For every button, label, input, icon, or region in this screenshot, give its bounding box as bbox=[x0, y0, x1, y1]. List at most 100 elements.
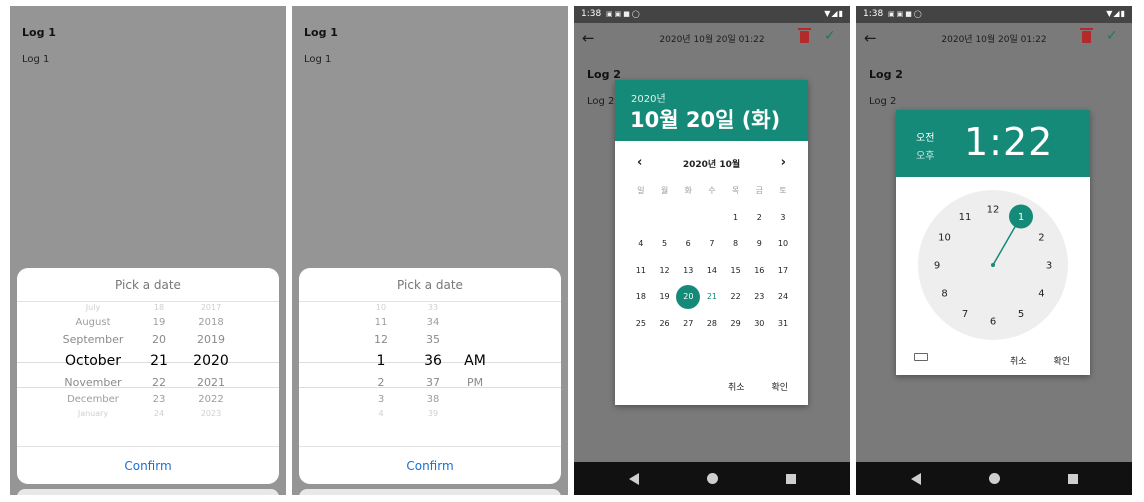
nav-home-icon[interactable] bbox=[989, 473, 1000, 484]
confirm-button[interactable]: Confirm bbox=[299, 446, 561, 484]
ok-button[interactable]: 확인 bbox=[771, 383, 788, 393]
clock-face[interactable]: 121234567891011 bbox=[918, 190, 1068, 340]
check-icon[interactable]: ✓ bbox=[1106, 28, 1118, 44]
calendar-day[interactable]: 27 bbox=[676, 311, 700, 338]
wheel-item[interactable]: 2023 bbox=[187, 408, 235, 420]
next-month-icon[interactable]: › bbox=[781, 155, 786, 170]
calendar-day[interactable]: 30 bbox=[747, 311, 771, 338]
wheel-item-selected[interactable]: 21 bbox=[139, 348, 179, 374]
pm-toggle[interactable]: 오후 bbox=[916, 147, 934, 162]
calendar-day[interactable]: 9 bbox=[747, 231, 771, 258]
wheel-item[interactable]: 34 bbox=[413, 314, 453, 331]
wheel-item[interactable]: 2018 bbox=[187, 314, 235, 331]
wheel-item[interactable]: 37 bbox=[413, 374, 453, 391]
nav-back-icon[interactable] bbox=[911, 473, 921, 485]
wheel-item[interactable]: July bbox=[53, 302, 133, 314]
wheel-item[interactable]: 4 bbox=[361, 408, 401, 420]
calendar-day[interactable]: 3 bbox=[771, 205, 795, 232]
calendar-day[interactable]: 26 bbox=[653, 311, 677, 338]
date-wheel-picker[interactable]: July August September October November D… bbox=[17, 302, 279, 446]
clock-hour[interactable]: 10 bbox=[938, 233, 951, 244]
nav-back-icon[interactable] bbox=[629, 473, 639, 485]
clock-hour[interactable]: 8 bbox=[941, 289, 947, 300]
wheel-item[interactable]: November bbox=[53, 374, 133, 391]
wheel-item[interactable]: 10 bbox=[361, 302, 401, 314]
calendar-day[interactable]: 12 bbox=[653, 258, 677, 285]
wheel-item[interactable]: 2017 bbox=[187, 302, 235, 314]
clock-hour[interactable]: 9 bbox=[934, 261, 940, 272]
wheel-item[interactable]: September bbox=[53, 331, 133, 348]
wheel-item-selected[interactable]: October bbox=[53, 348, 133, 374]
wheel-item[interactable]: January bbox=[53, 408, 133, 420]
calendar-day[interactable]: 24 bbox=[771, 284, 795, 311]
wheel-item[interactable]: 24 bbox=[139, 408, 179, 420]
delete-icon[interactable] bbox=[798, 28, 811, 43]
wheel-item[interactable]: August bbox=[53, 314, 133, 331]
nav-recents-icon[interactable] bbox=[1068, 474, 1078, 484]
calendar-day-today[interactable]: 21 bbox=[700, 284, 724, 311]
wheel-item[interactable]: 2022 bbox=[187, 391, 235, 408]
calendar-day[interactable]: 6 bbox=[676, 231, 700, 258]
calendar-day[interactable]: 2 bbox=[747, 205, 771, 232]
calendar-day[interactable]: 23 bbox=[747, 284, 771, 311]
time-wheel-picker[interactable]: 10 11 12 1 2 3 4 33 34 35 36 37 38 39 AM… bbox=[299, 302, 561, 446]
wheel-item[interactable]: 2019 bbox=[187, 331, 235, 348]
nav-recents-icon[interactable] bbox=[786, 474, 796, 484]
wheel-item[interactable]: 3 bbox=[361, 391, 401, 408]
calendar-day[interactable]: 1 bbox=[724, 205, 748, 232]
period-wheel[interactable]: AM PM bbox=[455, 302, 495, 391]
wheel-item[interactable]: 12 bbox=[361, 331, 401, 348]
month-wheel[interactable]: July August September October November D… bbox=[53, 302, 133, 420]
calendar-day[interactable]: 5 bbox=[653, 231, 677, 258]
calendar-day[interactable]: 10 bbox=[771, 231, 795, 258]
time-display[interactable]: 1:22 bbox=[964, 120, 1053, 164]
nav-home-icon[interactable] bbox=[707, 473, 718, 484]
am-toggle[interactable]: 오전 bbox=[916, 129, 934, 144]
wheel-item[interactable]: 19 bbox=[139, 314, 179, 331]
calendar-day[interactable]: 17 bbox=[771, 258, 795, 285]
wheel-item[interactable]: 2021 bbox=[187, 374, 235, 391]
clock-hour[interactable]: 6 bbox=[990, 317, 996, 328]
cancel-button[interactable]: 취소 bbox=[728, 383, 745, 393]
back-arrow-icon[interactable]: ← bbox=[864, 29, 877, 47]
hour-wheel[interactable]: 10 11 12 1 2 3 4 bbox=[361, 302, 401, 420]
wheel-item[interactable]: 2 bbox=[361, 374, 401, 391]
calendar-day[interactable]: 14 bbox=[700, 258, 724, 285]
back-arrow-icon[interactable]: ← bbox=[582, 29, 595, 47]
clock-hour[interactable]: 5 bbox=[1018, 309, 1024, 320]
wheel-item[interactable]: 20 bbox=[139, 331, 179, 348]
clock-hour[interactable]: 3 bbox=[1046, 261, 1052, 272]
calendar-day[interactable]: 18 bbox=[629, 284, 653, 311]
ok-button[interactable]: 확인 bbox=[1053, 357, 1070, 367]
calendar-day[interactable]: 7 bbox=[700, 231, 724, 258]
clock-hour[interactable]: 7 bbox=[962, 309, 968, 320]
wheel-item[interactable]: 35 bbox=[413, 331, 453, 348]
calendar-day[interactable]: 13 bbox=[676, 258, 700, 285]
calendar-day[interactable]: 16 bbox=[747, 258, 771, 285]
wheel-item[interactable]: 11 bbox=[361, 314, 401, 331]
check-icon[interactable]: ✓ bbox=[824, 28, 836, 44]
calendar-day[interactable]: 4 bbox=[629, 231, 653, 258]
wheel-item[interactable]: 18 bbox=[139, 302, 179, 314]
minute-wheel[interactable]: 33 34 35 36 37 38 39 bbox=[413, 302, 453, 420]
clock-hour[interactable]: 11 bbox=[959, 212, 972, 223]
calendar-day[interactable]: 8 bbox=[724, 231, 748, 258]
clock-hour-selected[interactable]: 1 bbox=[1018, 212, 1024, 223]
header-year[interactable]: 2020년 bbox=[631, 90, 666, 105]
calendar-day[interactable]: 29 bbox=[724, 311, 748, 338]
calendar-day[interactable]: 25 bbox=[629, 311, 653, 338]
clock-hour[interactable]: 12 bbox=[987, 205, 1000, 216]
calendar-day[interactable]: 22 bbox=[724, 284, 748, 311]
confirm-button[interactable]: Confirm bbox=[17, 446, 279, 484]
keyboard-icon[interactable] bbox=[914, 353, 928, 361]
calendar-day[interactable]: 28 bbox=[700, 311, 724, 338]
calendar-day[interactable]: 31 bbox=[771, 311, 795, 338]
calendar-day-selected[interactable]: 20 bbox=[676, 284, 701, 311]
calendar-day[interactable]: 11 bbox=[629, 258, 653, 285]
delete-icon[interactable] bbox=[1080, 28, 1093, 43]
day-wheel[interactable]: 18 19 20 21 22 23 24 bbox=[139, 302, 179, 420]
wheel-item[interactable]: 22 bbox=[139, 374, 179, 391]
calendar-day[interactable]: 19 bbox=[653, 284, 677, 311]
wheel-item-selected[interactable]: 36 bbox=[413, 348, 453, 374]
wheel-item[interactable]: 33 bbox=[413, 302, 453, 314]
